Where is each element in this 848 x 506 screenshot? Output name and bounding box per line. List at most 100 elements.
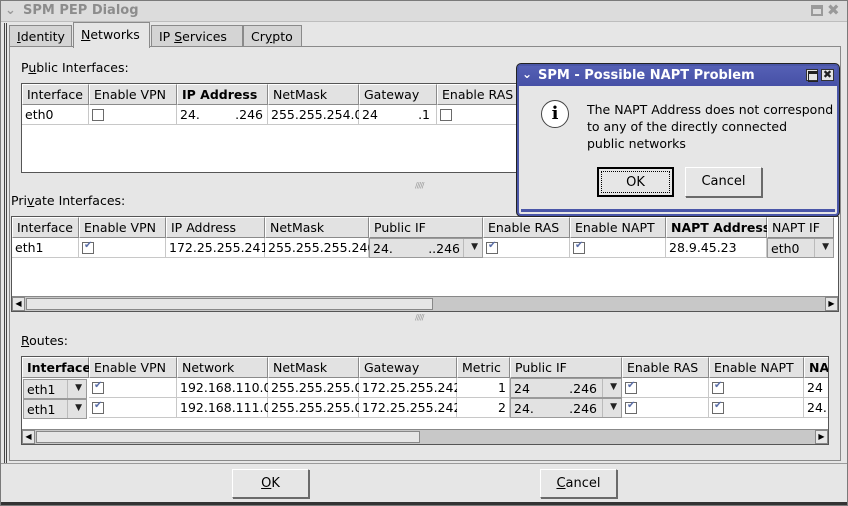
column-header[interactable]: Public IF <box>369 217 483 238</box>
column-header[interactable]: NetMask <box>268 84 359 105</box>
close-icon[interactable]: ✖ <box>827 1 840 19</box>
column-header[interactable]: Enable NAPT <box>570 217 666 238</box>
netmask-cell[interactable]: 255.255.255.0 <box>268 398 362 418</box>
ok-button[interactable]: OK <box>232 469 309 498</box>
netmask-cell[interactable]: 255.255.254.0 <box>268 105 362 125</box>
napt-cell[interactable]: 24 . <box>804 378 828 398</box>
column-header[interactable]: NetMask <box>265 217 369 238</box>
column-header[interactable]: Enable VPN <box>89 84 177 105</box>
public-if-dropdown[interactable]: 24. .246 ▼ <box>510 398 622 418</box>
tab-identity[interactable]: Identity <box>9 25 72 47</box>
network-cell[interactable]: 192.168.111.0 <box>177 398 271 418</box>
ip-address-cell[interactable]: 172.25.255.241 <box>166 238 268 258</box>
scrollbar-thumb[interactable] <box>26 298 433 310</box>
enable-napt-checkbox[interactable] <box>712 400 724 414</box>
column-header[interactable]: NAPT IF <box>767 217 834 238</box>
enable-napt-cell[interactable] <box>570 238 666 258</box>
gateway-cell[interactable]: 172.25.255.242 <box>359 398 461 418</box>
column-header[interactable]: Metric <box>457 357 510 378</box>
column-header[interactable]: Public IF <box>510 357 622 378</box>
splitter-grip[interactable]: ///// <box>415 313 425 322</box>
public-interfaces-label: Public Interfaces: <box>21 60 129 75</box>
horizontal-scrollbar[interactable]: ◀ ▶ <box>22 429 828 444</box>
enable-napt-cell[interactable] <box>709 398 804 418</box>
maximize-icon[interactable] <box>811 5 823 16</box>
column-header[interactable]: Gateway <box>359 357 457 378</box>
maximize-icon[interactable] <box>806 69 818 82</box>
column-header[interactable]: IP Address <box>177 84 268 105</box>
dialog-ok-button[interactable]: OK <box>597 167 674 197</box>
column-header[interactable]: Network <box>177 357 268 378</box>
column-header[interactable]: Gateway <box>359 84 437 105</box>
enable-napt-cell[interactable] <box>709 378 804 398</box>
column-header[interactable]: Interface <box>12 217 79 238</box>
column-header[interactable]: NA <box>804 357 828 378</box>
enable-vpn-cell[interactable] <box>79 238 166 258</box>
column-header[interactable]: Enable VPN <box>89 357 177 378</box>
chevron-down-icon[interactable]: ⌄ <box>522 67 532 81</box>
enable-vpn-checkbox[interactable] <box>82 240 94 254</box>
column-header[interactable]: NAPT Address <box>666 217 770 238</box>
horizontal-scrollbar[interactable]: ◀ ▶ <box>12 296 838 311</box>
netmask-cell[interactable]: 255.255.255.240 <box>265 238 375 258</box>
column-header[interactable]: Enable RAS <box>437 84 520 105</box>
ip-address-cell[interactable]: 24. .246 <box>177 105 268 125</box>
enable-ras-checkbox[interactable] <box>625 400 637 414</box>
enable-napt-checkbox[interactable] <box>573 240 585 254</box>
enable-ras-checkbox[interactable] <box>625 380 637 394</box>
enable-ras-checkbox[interactable] <box>440 109 452 121</box>
enable-ras-cell[interactable] <box>622 378 709 398</box>
enable-napt-checkbox[interactable] <box>712 380 724 394</box>
metric-cell[interactable]: 2 <box>457 398 510 418</box>
network-cell[interactable]: 192.168.110.0 <box>177 378 271 398</box>
scroll-right-icon[interactable]: ▶ <box>815 430 828 444</box>
scroll-left-icon[interactable]: ◀ <box>12 297 25 311</box>
chevron-down-icon[interactable]: ⌄ <box>5 3 16 18</box>
scrollbar-thumb[interactable] <box>36 431 420 443</box>
column-header[interactable]: Interface <box>22 84 89 105</box>
gateway-cell[interactable]: 24.1 <box>359 105 437 125</box>
netmask-cell[interactable]: 255.255.255.0 <box>268 378 362 398</box>
column-header[interactable]: NetMask <box>268 357 359 378</box>
napt-address-cell[interactable]: 28.9.45.23 <box>666 238 767 258</box>
interface-cell[interactable]: eth1 <box>12 238 79 258</box>
enable-vpn-checkbox[interactable] <box>92 109 104 121</box>
window-left-edge <box>4 23 7 463</box>
public-if-dropdown[interactable]: 24.246 ▼ <box>510 378 622 398</box>
dialog-cancel-button[interactable]: Cancel <box>685 167 762 197</box>
scroll-right-icon[interactable]: ▶ <box>825 297 838 311</box>
scroll-left-icon[interactable]: ◀ <box>22 430 35 444</box>
column-header[interactable]: Enable RAS <box>483 217 570 238</box>
enable-ras-checkbox[interactable] <box>486 240 498 254</box>
public-interfaces-table: Interface Enable VPN IP Address NetMask … <box>21 83 521 173</box>
column-header[interactable]: Interface <box>22 357 91 378</box>
column-header[interactable]: Enable NAPT <box>709 357 804 378</box>
splitter-grip[interactable]: ///// <box>415 181 425 190</box>
interface-dropdown[interactable]: eth1 ▼ <box>23 379 87 399</box>
column-header[interactable]: IP Address <box>166 217 265 238</box>
interface-dropdown[interactable]: eth1 ▼ <box>23 399 87 419</box>
napt-if-dropdown[interactable]: eth0 ▼ <box>767 238 834 258</box>
metric-cell[interactable]: 1 <box>457 378 510 398</box>
enable-vpn-checkbox[interactable] <box>92 380 104 394</box>
private-interfaces-label: Private Interfaces: <box>11 193 126 208</box>
interface-cell[interactable]: eth0 <box>22 105 89 125</box>
public-if-dropdown[interactable]: 24. ..246 ▼ <box>369 238 483 258</box>
close-icon[interactable]: ✖ <box>821 69 834 81</box>
napt-cell[interactable]: 24.: <box>804 398 828 418</box>
column-header[interactable]: Enable VPN <box>79 217 166 238</box>
tab-networks[interactable]: Networks <box>73 22 150 48</box>
cancel-button[interactable]: Cancel <box>540 469 617 498</box>
enable-ras-cell[interactable] <box>622 398 709 418</box>
enable-ras-cell[interactable] <box>483 238 570 258</box>
enable-vpn-cell[interactable] <box>89 378 177 398</box>
tab-ip-services[interactable]: IP Services <box>151 25 243 47</box>
enable-vpn-cell[interactable] <box>89 105 177 125</box>
tab-crypto[interactable]: Crypto <box>243 25 302 47</box>
gateway-cell[interactable]: 172.25.255.242 <box>359 378 461 398</box>
column-header[interactable]: Enable RAS <box>622 357 709 378</box>
enable-vpn-checkbox[interactable] <box>92 400 104 414</box>
enable-ras-cell[interactable] <box>437 105 520 125</box>
enable-vpn-cell[interactable] <box>89 398 177 418</box>
chevron-down-icon: ▼ <box>610 382 617 392</box>
